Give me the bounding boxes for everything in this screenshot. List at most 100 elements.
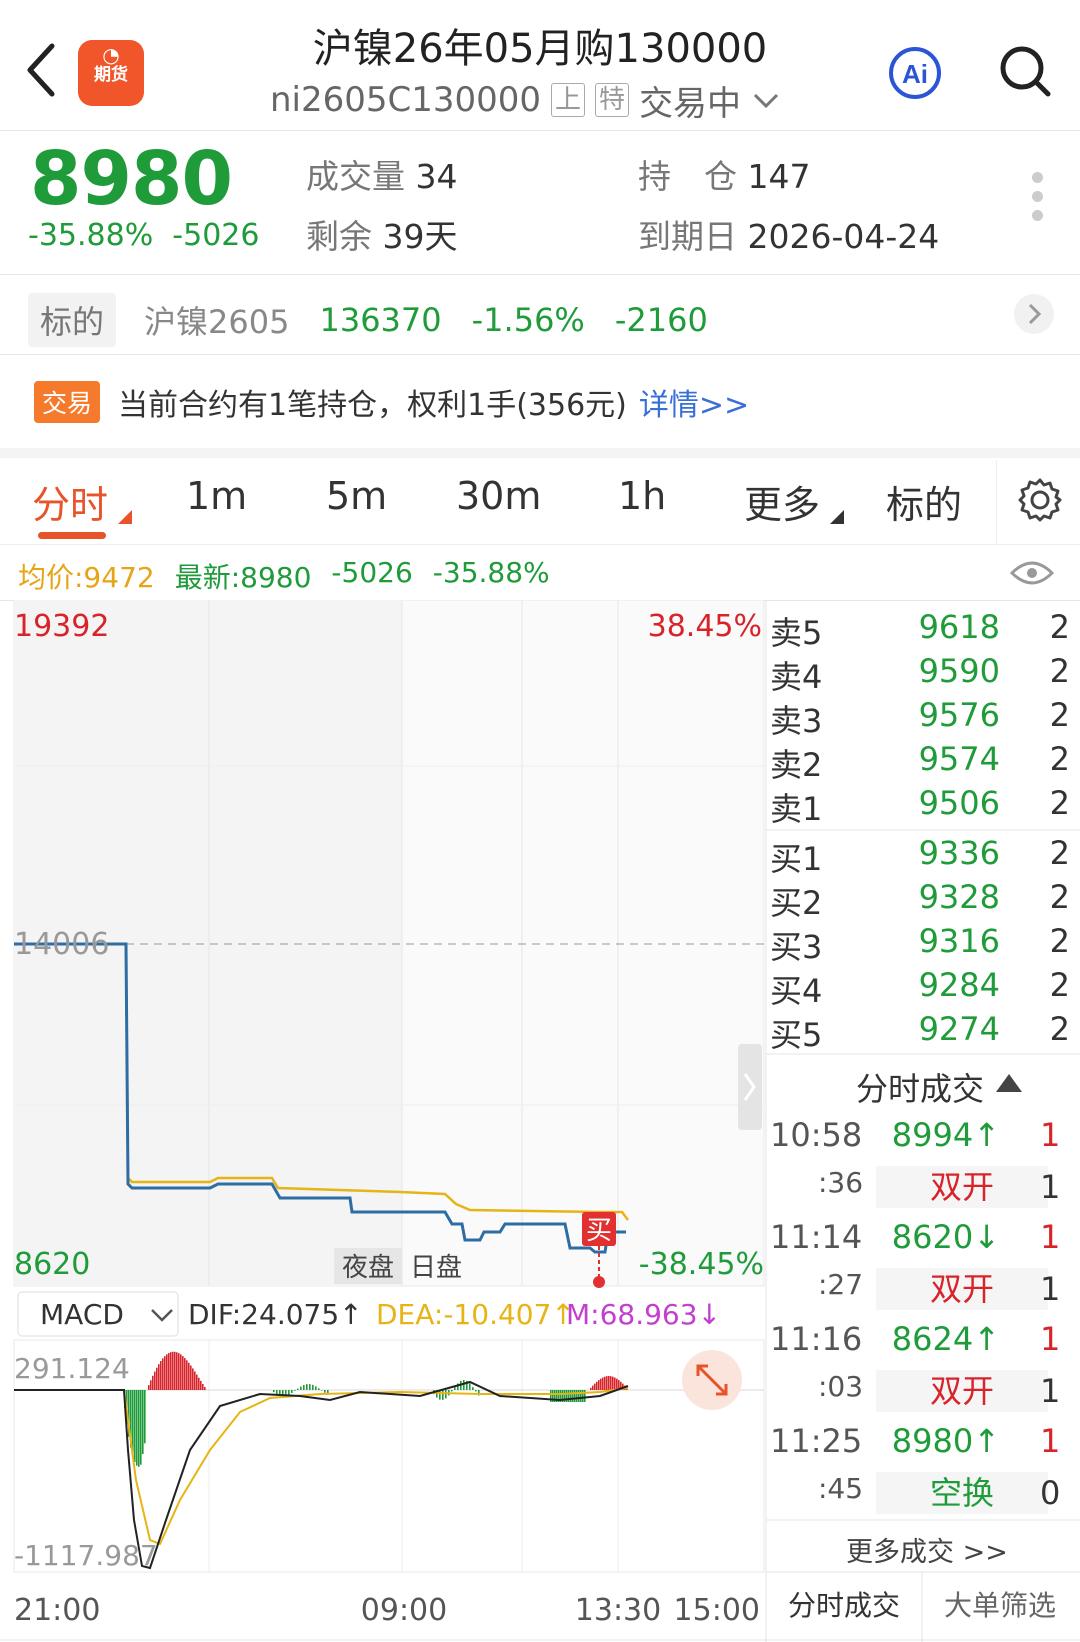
macd-dea: DEA:-10.407↑ bbox=[376, 1298, 575, 1331]
logo-swoosh-icon: ◔ bbox=[102, 43, 120, 67]
header-divider bbox=[0, 130, 1080, 131]
bid-row[interactable]: 买5 9274 2 bbox=[770, 1010, 1070, 1054]
bid-row[interactable]: 买1 9336 2 bbox=[770, 834, 1070, 878]
latest-change: -5026 bbox=[331, 556, 413, 589]
ask-volume: 2 bbox=[1049, 740, 1070, 778]
ask-level: 卖1 bbox=[770, 790, 823, 828]
macd-histogram-bar bbox=[572, 1390, 574, 1402]
tab-divider bbox=[996, 460, 997, 544]
ask-row[interactable]: 卖1 9506 2 bbox=[770, 784, 1070, 828]
trade-type: 双开 bbox=[876, 1166, 1048, 1208]
trades-header[interactable]: 分时成交 bbox=[856, 1064, 984, 1110]
macd-histogram-bar bbox=[576, 1390, 578, 1402]
underlying-row[interactable]: 标的 沪镍2605 136370 -1.56% -2160 bbox=[28, 290, 1078, 350]
macd-histogram-bar bbox=[170, 1352, 172, 1390]
macd-histogram-bar bbox=[582, 1390, 584, 1402]
ask-row[interactable]: 卖5 9618 2 bbox=[770, 608, 1070, 652]
contract-subline[interactable]: ni2605C130000 上 特 交易中 bbox=[270, 78, 781, 124]
underlying-price: 136370 bbox=[319, 301, 442, 339]
ai-label: Ai bbox=[902, 59, 928, 89]
macd-histogram-bar bbox=[156, 1367, 158, 1390]
bid-volume: 2 bbox=[1049, 1010, 1070, 1048]
trade-type-volume: 0 bbox=[1040, 1474, 1061, 1512]
tab-1m[interactable]: 1m bbox=[186, 474, 247, 518]
macd-histogram-bar bbox=[178, 1353, 180, 1390]
ask-volume: 2 bbox=[1049, 696, 1070, 734]
trade-seconds: :27 bbox=[818, 1268, 864, 1301]
macd-histogram-bar bbox=[174, 1351, 176, 1390]
macd-histogram-bar bbox=[324, 1390, 326, 1393]
tab-more[interactable]: 更多 bbox=[744, 474, 820, 529]
macd-histogram-bar bbox=[294, 1390, 296, 1391]
contract-code: ni2605C130000 bbox=[270, 80, 542, 120]
macd-histogram-bar bbox=[300, 1386, 302, 1390]
macd-histogram-bar bbox=[144, 1390, 146, 1444]
more-trades-link[interactable]: 更多成交 >> bbox=[846, 1530, 1008, 1569]
open-interest-value: 147 bbox=[747, 157, 811, 196]
trade-time: 11:14 bbox=[770, 1218, 863, 1256]
eye-icon[interactable] bbox=[1010, 558, 1054, 588]
bid-volume: 2 bbox=[1049, 922, 1070, 960]
macd-histogram-bar bbox=[472, 1387, 474, 1390]
macd-histogram-bar bbox=[580, 1390, 582, 1402]
macd-histogram-bar bbox=[164, 1356, 166, 1390]
macd-histogram-bar bbox=[306, 1384, 308, 1390]
trade-volume: 1 bbox=[1040, 1320, 1061, 1358]
macd-histogram-bar bbox=[273, 1390, 275, 1393]
bid-row[interactable]: 买4 9284 2 bbox=[770, 966, 1070, 1010]
y-axis-mid: 14006 bbox=[14, 927, 109, 962]
settings-gear-icon[interactable] bbox=[1016, 476, 1064, 524]
bottom-tab-large-orders[interactable]: 大单筛选 bbox=[944, 1584, 1056, 1624]
bid-row[interactable]: 买2 9328 2 bbox=[770, 878, 1070, 922]
pct-axis-min: -38.45% bbox=[639, 1247, 764, 1282]
notice-details-link[interactable]: 详情>> bbox=[639, 380, 749, 424]
bid-level: 买4 bbox=[770, 972, 823, 1010]
macd-histogram-bar bbox=[160, 1361, 162, 1390]
bid-row[interactable]: 买3 9316 2 bbox=[770, 922, 1070, 966]
side-expander[interactable] bbox=[738, 1044, 762, 1130]
ask-row[interactable]: 卖2 9574 2 bbox=[770, 740, 1070, 784]
open-interest-label: 持 仓 bbox=[638, 157, 737, 196]
macd-histogram-bar bbox=[200, 1380, 202, 1390]
tab-1h[interactable]: 1h bbox=[618, 474, 666, 518]
macd-histogram-bar bbox=[454, 1387, 456, 1390]
macd-histogram-bar bbox=[140, 1390, 142, 1465]
bid-price: 9328 bbox=[918, 878, 1000, 916]
trade-volume: 1 bbox=[1040, 1116, 1061, 1154]
bottom-tab-trades[interactable]: 分时成交 bbox=[788, 1584, 900, 1624]
bid-volume: 2 bbox=[1049, 878, 1070, 916]
macd-dif: DIF:24.075↑ bbox=[188, 1298, 363, 1331]
macd-y-max: 291.124 bbox=[14, 1352, 130, 1385]
buy-marker-dot bbox=[593, 1276, 605, 1288]
ask-row[interactable]: 卖4 9590 2 bbox=[770, 652, 1070, 696]
ask-price: 9576 bbox=[918, 696, 1000, 734]
macd-histogram-bar bbox=[596, 1381, 598, 1390]
chart-tabs: 分时 1m 5m 30m 1h 更多 标的 bbox=[0, 460, 1080, 545]
chevron-right-icon[interactable] bbox=[1014, 294, 1054, 334]
quote-divider bbox=[0, 274, 1080, 275]
trade-seconds: :45 bbox=[818, 1472, 864, 1505]
tab-underlying[interactable]: 标的 bbox=[886, 474, 962, 529]
price-change: -35.88% -5026 bbox=[28, 218, 259, 253]
macd-histogram-bar bbox=[188, 1362, 190, 1390]
ask-price: 9506 bbox=[918, 784, 1000, 822]
ask-row[interactable]: 卖3 9576 2 bbox=[770, 696, 1070, 740]
macd-histogram-bar bbox=[442, 1390, 444, 1400]
special-tag: 特 bbox=[595, 83, 630, 117]
last-price: 8980 bbox=[30, 136, 233, 222]
chart-info-line: 均价:9472 最新:8980 -5026 -35.88% bbox=[18, 556, 550, 596]
ai-assistant-icon[interactable]: Ai bbox=[888, 46, 942, 100]
buy-marker-label: 买 bbox=[586, 1216, 612, 1246]
y-axis-min: 8620 bbox=[14, 1247, 90, 1282]
tab-intraday[interactable]: 分时 bbox=[32, 474, 108, 529]
tab-30m[interactable]: 30m bbox=[456, 474, 541, 518]
trade-volume: 1 bbox=[1040, 1218, 1061, 1256]
futures-logo: ◔ 期货 bbox=[78, 40, 144, 106]
search-icon[interactable] bbox=[998, 44, 1054, 100]
day-session-label: 日盘 bbox=[410, 1253, 462, 1283]
more-menu-icon[interactable] bbox=[1032, 172, 1046, 229]
tab-5m[interactable]: 5m bbox=[326, 474, 387, 518]
back-arrow-icon[interactable] bbox=[22, 40, 62, 100]
macd-histogram-bar bbox=[570, 1390, 572, 1402]
y-axis-max: 19392 bbox=[14, 609, 109, 644]
